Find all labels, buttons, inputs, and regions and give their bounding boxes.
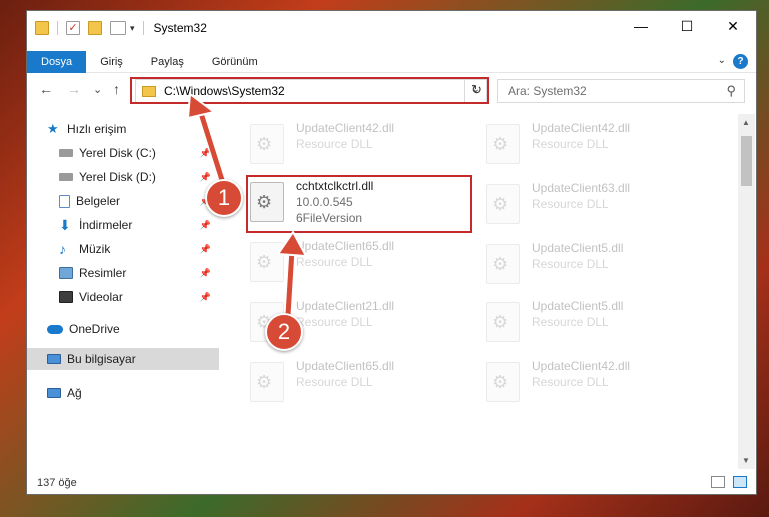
callout-badge-two: 2	[265, 313, 303, 351]
arrow-one-head	[186, 92, 217, 120]
arrow-one	[197, 107, 225, 183]
callout-arrows	[186, 92, 308, 319]
arrow-two-head	[276, 230, 308, 258]
callout-badge-one: 1	[205, 179, 243, 217]
